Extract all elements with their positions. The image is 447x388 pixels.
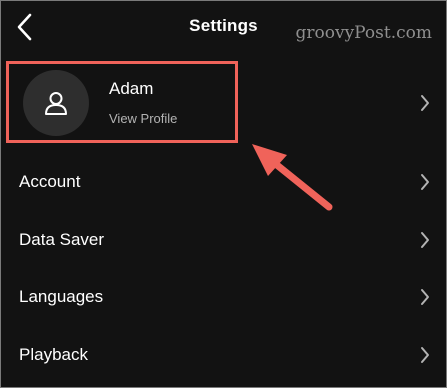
watermark: groovyPost.com [295, 23, 432, 43]
menu-item-label: Account [19, 172, 81, 191]
menu-item-data-saver[interactable]: Data Saver [1, 211, 446, 269]
profile-row[interactable]: Adam View Profile [1, 61, 446, 145]
menu-item-playback[interactable]: Playback [1, 326, 446, 384]
menu-item-label: Playback [19, 344, 88, 364]
settings-screen: Settings groovyPost.com Adam View Profil… [0, 0, 447, 388]
chevron-right-icon [418, 93, 432, 113]
chevron-right-icon [418, 345, 432, 365]
chevron-right-icon [418, 172, 432, 192]
menu-item-account[interactable]: Account [1, 153, 446, 211]
chevron-right-icon [418, 230, 432, 250]
chevron-right-icon [418, 287, 432, 307]
menu-item-label: Languages [19, 287, 104, 306]
settings-menu: Account Data Saver Languages Playback [1, 153, 446, 383]
menu-item-languages[interactable]: Languages [1, 268, 446, 326]
menu-item-label: Data Saver [19, 229, 105, 249]
highlight-box [6, 61, 238, 143]
header: Settings groovyPost.com [1, 1, 446, 57]
